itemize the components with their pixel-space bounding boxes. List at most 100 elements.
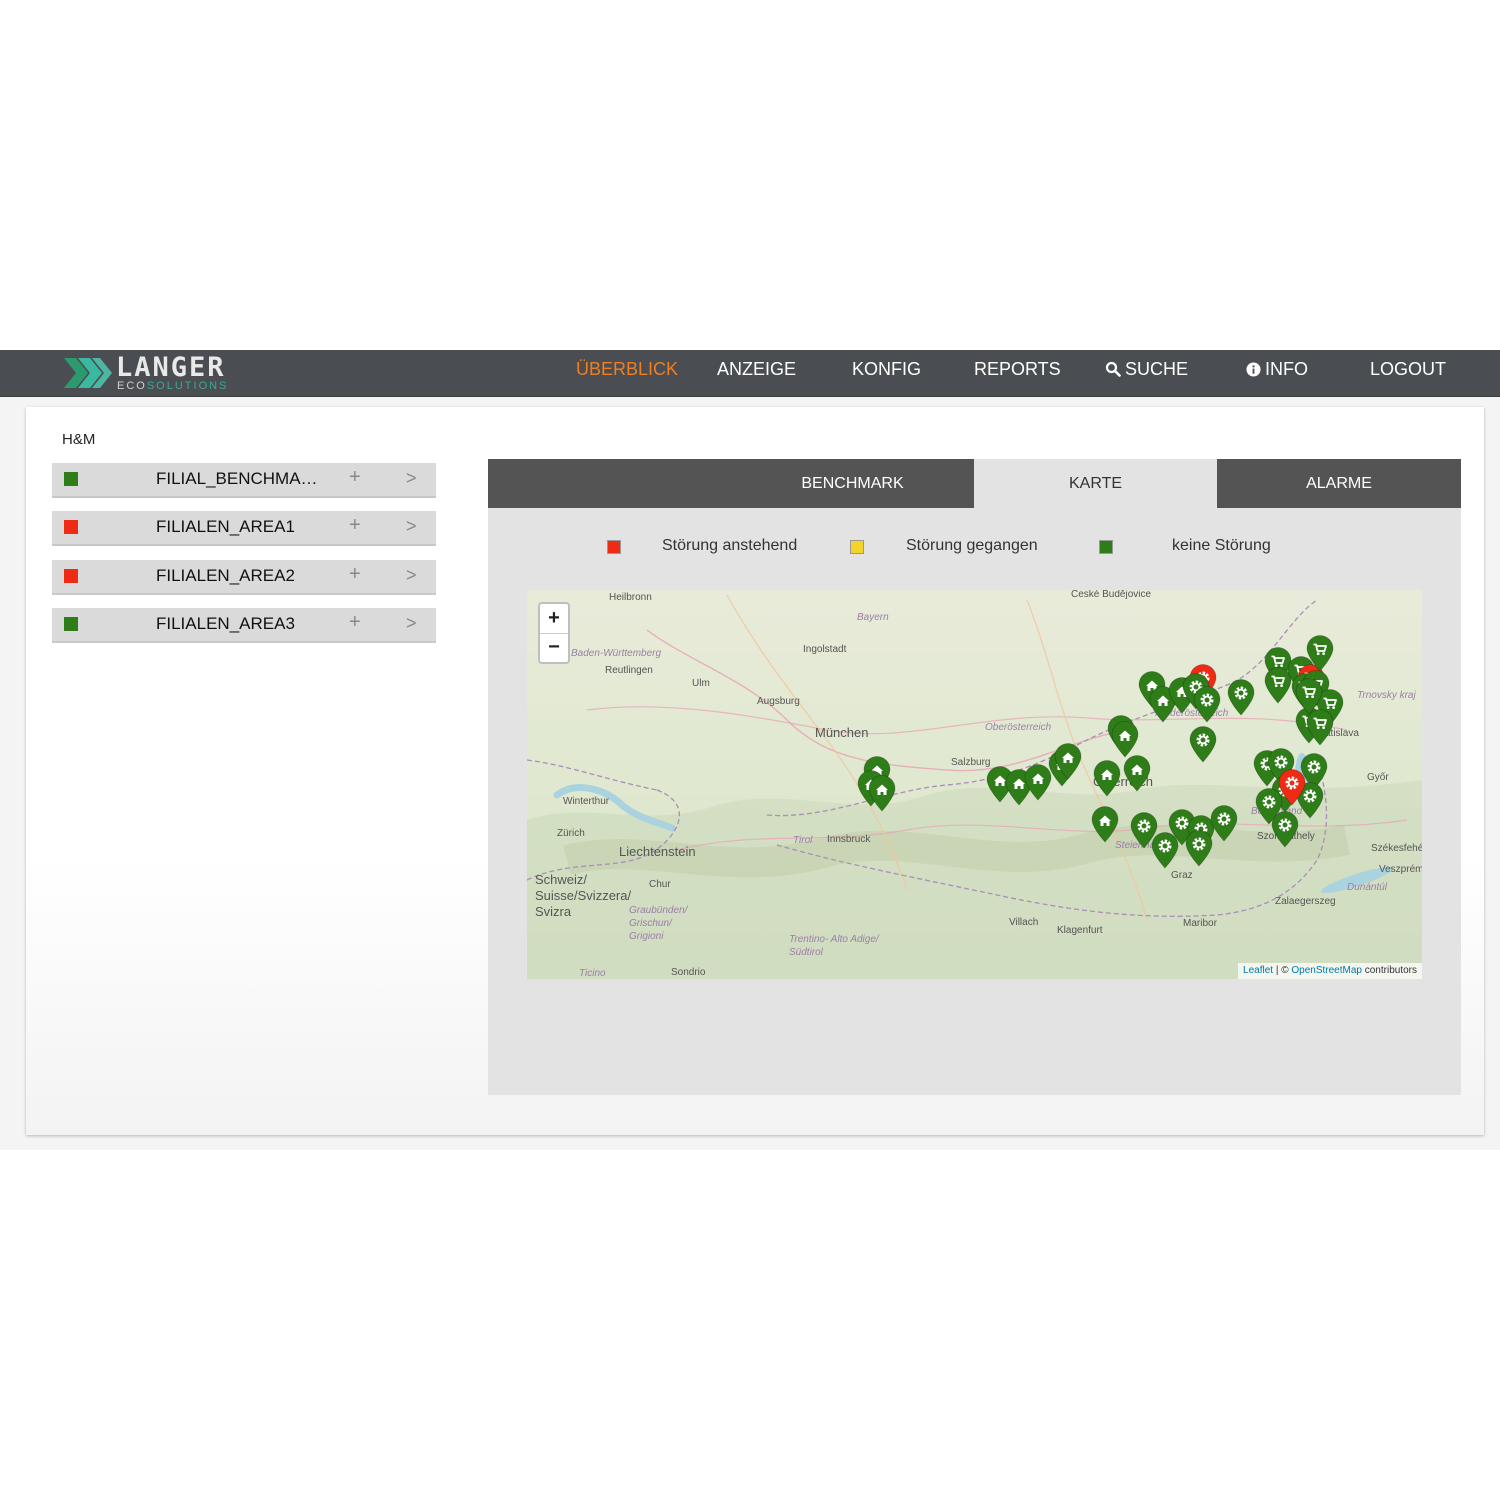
map-place-label: Dunántúl xyxy=(1347,882,1388,893)
brand-subtitle: ECOSOLUTIONS xyxy=(117,380,228,392)
brand-sub-prefix: ECO xyxy=(117,380,147,392)
map-place-label: Suisse/Svizzera/ xyxy=(535,888,631,903)
tab-karte[interactable]: KARTE xyxy=(974,459,1217,508)
nav-logout[interactable]: LOGOUT xyxy=(1370,350,1446,396)
map-place-label: Svizra xyxy=(535,904,572,919)
map-place-label: Innsbruck xyxy=(827,834,871,845)
gear-pin-icon xyxy=(1210,805,1238,842)
zoom-control: + − xyxy=(538,602,570,664)
home-marker-green[interactable] xyxy=(867,774,897,812)
filial-name: FILIAL_BENCHMA… xyxy=(156,469,318,488)
nav-search[interactable]: SUCHE xyxy=(1105,350,1188,396)
tab-bar: BENCHMARK KARTE ALARME xyxy=(488,459,1461,508)
map-place-label: Trentino- Alto Adige/ xyxy=(789,934,880,945)
app: LANGER ECOSOLUTIONS ÜBERBLICK ANZEIGE KO… xyxy=(0,350,1500,1150)
filial-name: FILIALEN_AREA2 xyxy=(156,566,295,585)
home-marker-green[interactable] xyxy=(1092,759,1122,797)
brand-sub-accent: SOLUTIONS xyxy=(146,380,229,392)
legend-swatch-green xyxy=(1099,540,1113,554)
home-marker-green[interactable] xyxy=(1090,805,1120,844)
open-filial-button[interactable]: > xyxy=(406,613,417,634)
search-icon xyxy=(1105,361,1121,377)
map-place-label: Tirol xyxy=(793,835,813,846)
tab-benchmark[interactable]: BENCHMARK xyxy=(488,459,974,508)
status-indicator xyxy=(64,617,78,631)
attribution-separator: | © xyxy=(1273,965,1292,976)
map-place-label: Augsburg xyxy=(757,696,800,707)
legend-swatch-yellow xyxy=(850,540,864,554)
map-place-label: Winterthur xyxy=(563,796,610,807)
tab-alarme[interactable]: ALARME xyxy=(1217,459,1461,508)
map-place-label: Chur xyxy=(649,879,671,890)
info-icon xyxy=(1246,362,1261,377)
brand-wordmark: LANGER xyxy=(116,352,226,383)
gear-marker-green[interactable] xyxy=(1209,804,1239,842)
open-filial-button[interactable]: > xyxy=(406,565,417,586)
cart-marker-green[interactable] xyxy=(1305,634,1335,672)
filial-name: FILIALEN_AREA1 xyxy=(156,517,295,536)
add-filial-button[interactable]: + xyxy=(349,466,361,489)
leaflet-map[interactable]: Heilbronn Ceské Budějovice Bayern Ingolstad… xyxy=(527,590,1422,979)
map-place-label: Ceské Budějovice xyxy=(1071,590,1151,600)
cart-marker-green[interactable] xyxy=(1294,677,1324,715)
map-place-label: Schweiz/ xyxy=(535,872,587,887)
map-place-label: Grigioni xyxy=(629,931,664,942)
nav-info-label: INFO xyxy=(1265,359,1308,379)
filial-row[interactable]: FILIALEN_AREA3 + > xyxy=(52,608,436,643)
legend-swatch-red xyxy=(607,540,621,554)
map-attribution: Leaflet | © OpenStreetMap contributors xyxy=(1238,963,1422,979)
top-navbar: LANGER ECOSOLUTIONS ÜBERBLICK ANZEIGE KO… xyxy=(0,350,1500,397)
map-place-label: Villach xyxy=(1009,917,1038,928)
gear-pin-icon xyxy=(1151,832,1179,869)
osm-link[interactable]: OpenStreetMap xyxy=(1291,965,1362,976)
map-place-label: Heilbronn xyxy=(609,592,652,603)
map-place-label: Reutlingen xyxy=(605,665,653,676)
gear-marker-green[interactable] xyxy=(1226,678,1256,716)
home-marker-green[interactable] xyxy=(1053,742,1083,780)
add-filial-button[interactable]: + xyxy=(349,514,361,537)
home-pin-icon xyxy=(868,774,896,812)
add-filial-button[interactable]: + xyxy=(349,611,361,634)
gear-marker-green[interactable] xyxy=(1192,685,1222,723)
home-marker-green[interactable] xyxy=(1110,720,1140,758)
nav-overview[interactable]: ÜBERBLICK xyxy=(576,350,678,396)
nav-config[interactable]: KONFIG xyxy=(852,350,921,396)
gear-marker-red[interactable] xyxy=(1277,768,1307,806)
filial-row[interactable]: FILIALEN_AREA2 + > xyxy=(52,560,436,595)
open-filial-button[interactable]: > xyxy=(406,516,417,537)
zoom-out-button[interactable]: − xyxy=(540,633,568,662)
map-place-label: Liechtenstein xyxy=(619,844,696,859)
home-pin-icon xyxy=(1054,743,1082,780)
map-place-label: Bayern xyxy=(857,612,889,623)
langer-logo[interactable]: LANGER ECOSOLUTIONS xyxy=(62,352,232,394)
gear-marker-green[interactable] xyxy=(1150,831,1180,869)
map-place-label: Südtirol xyxy=(789,947,824,958)
nav-info[interactable]: INFO xyxy=(1246,350,1308,396)
gear-pin-icon xyxy=(1278,769,1306,806)
home-pin-icon xyxy=(1111,720,1139,758)
home-marker-green[interactable] xyxy=(1122,754,1152,792)
leaflet-link[interactable]: Leaflet xyxy=(1243,965,1273,976)
customer-name: H&M xyxy=(62,431,96,448)
chevron-logo-icon xyxy=(64,358,112,388)
home-pin-icon xyxy=(1124,754,1151,792)
map-place-label: Graubünden/ xyxy=(629,905,689,916)
filial-name: FILIALEN_AREA3 xyxy=(156,614,295,633)
status-indicator xyxy=(64,569,78,583)
map-place-label: Baden-Württemberg xyxy=(571,648,661,659)
open-filial-button[interactable]: > xyxy=(406,468,417,489)
map-place-label: Győr xyxy=(1367,772,1389,783)
nav-reports[interactable]: REPORTS xyxy=(974,350,1061,396)
map-place-label: Maribor xyxy=(1183,918,1218,929)
content-card: H&M FILIAL_BENCHMA… + > FILIALEN_AREA1 +… xyxy=(26,407,1484,1135)
map-place-label: Grischun/ xyxy=(629,918,673,929)
map-place-label: Ulm xyxy=(692,678,710,689)
gear-pin-icon xyxy=(1190,726,1217,763)
filial-row[interactable]: FILIALEN_AREA1 + > xyxy=(52,511,436,546)
gear-marker-green[interactable] xyxy=(1188,725,1218,763)
zoom-in-button[interactable]: + xyxy=(540,604,568,634)
nav-display[interactable]: ANZEIGE xyxy=(717,350,796,396)
add-filial-button[interactable]: + xyxy=(349,563,361,586)
filial-row[interactable]: FILIAL_BENCHMA… + > xyxy=(52,463,436,498)
status-indicator xyxy=(64,472,78,486)
